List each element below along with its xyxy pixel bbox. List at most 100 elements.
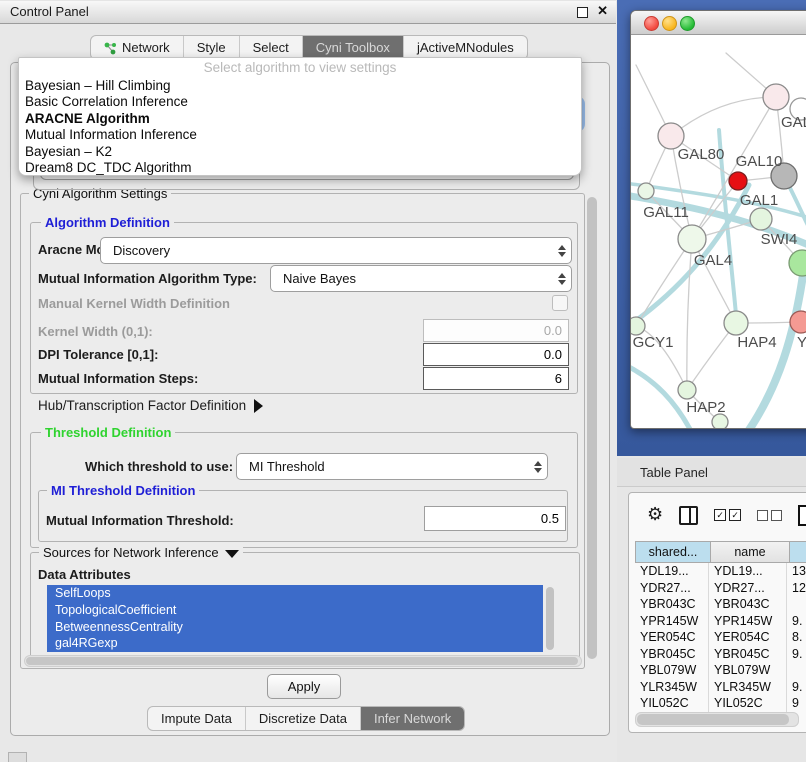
mi-steps-field[interactable]: 6 <box>423 367 569 390</box>
tab-impute-data[interactable]: Impute Data <box>148 707 246 730</box>
app-root: Control Panel ✕ NetworkStyleSelectCyni T… <box>0 0 806 762</box>
settings-horizontal-scrollbar[interactable] <box>24 655 582 667</box>
column-header[interactable]: name <box>711 541 790 563</box>
tab-select[interactable]: Select <box>240 36 303 59</box>
sources-title: Sources for Network Inference <box>43 545 219 560</box>
close-icon[interactable]: ✕ <box>597 3 608 19</box>
network-node-gal1[interactable] <box>750 208 772 230</box>
checked-columns-icon[interactable]: ✓✓ <box>714 509 741 521</box>
tab-label: Select <box>253 40 289 55</box>
attribute-item[interactable]: TopologicalCoefficient <box>47 602 543 619</box>
node-label: GAL80 <box>678 146 725 163</box>
node-label: GAL1 <box>740 192 778 209</box>
table-cell: YBR043C <box>635 596 709 613</box>
algorithm-option[interactable]: Bayesian – K2 <box>19 144 581 160</box>
kernel-width-label: Kernel Width (0,1): <box>38 324 153 339</box>
tab-cyni-toolbox[interactable]: Cyni Toolbox <box>303 36 404 59</box>
zoom-traffic-light-icon[interactable] <box>680 16 695 31</box>
table-horizontal-scrollbar[interactable] <box>635 712 799 727</box>
apply-button[interactable]: Apply <box>267 674 341 699</box>
dpi-tolerance-label: DPI Tolerance [0,1]: <box>38 347 158 362</box>
network-window-titlebar[interactable] <box>631 11 806 35</box>
algorithm-option[interactable]: Basic Correlation Inference <box>19 94 581 110</box>
corner-widget[interactable] <box>8 752 27 762</box>
mi-algorithm-type-select[interactable]: Naive Bayes <box>270 265 572 292</box>
network-node[interactable] <box>712 414 728 428</box>
table-cell: YDR27... <box>709 580 787 597</box>
gear-icon[interactable]: ⚙ <box>647 506 663 524</box>
network-node-gal[interactable] <box>763 84 789 110</box>
kernel-width-field[interactable]: 0.0 <box>423 319 569 342</box>
tab-jactivemnodules[interactable]: jActiveMNodules <box>404 36 527 59</box>
tab-network[interactable]: Network <box>91 36 184 59</box>
column-header[interactable]: shared... <box>635 541 711 563</box>
tab-style[interactable]: Style <box>184 36 240 59</box>
node-label: GAL <box>781 114 806 131</box>
network-node-gal4[interactable] <box>678 225 706 253</box>
kernel-width-value: 0.0 <box>544 323 568 338</box>
attribute-item[interactable]: BetweennessCentrality <box>47 619 543 636</box>
table-cell: YIL052C <box>635 695 709 712</box>
table-row[interactable]: YBR043CYBR043C <box>635 596 806 613</box>
expanded-triangle-icon <box>225 550 239 558</box>
document-icon[interactable] <box>798 505 806 526</box>
mi-threshold-label: Mutual Information Threshold: <box>46 513 234 528</box>
algorithm-option[interactable]: ARACNE Algorithm <box>19 111 581 127</box>
mi-steps-value: 6 <box>555 371 568 386</box>
threshold-definition-title: Threshold Definition <box>41 425 175 440</box>
table-cell: YLR345W <box>635 679 709 696</box>
table-row[interactable]: YPR145WYPR145W9. <box>635 613 806 630</box>
split-pane-icon[interactable] <box>679 506 698 525</box>
float-window-icon[interactable] <box>577 7 588 18</box>
table-row[interactable]: YIL052CYIL052C9 <box>635 695 806 712</box>
table-cell <box>787 596 806 613</box>
network-node-swi4[interactable] <box>789 250 806 276</box>
table-row[interactable]: YLR345WYLR345W9. <box>635 679 806 696</box>
attributes-vertical-scrollbar[interactable] <box>546 587 554 650</box>
tab-infer-network[interactable]: Infer Network <box>361 707 464 730</box>
table-cell <box>787 662 806 679</box>
minimize-traffic-light-icon[interactable] <box>662 16 677 31</box>
network-graph: GALGAL80GAL10GAL11GAL1SWI4GAL4GCY1HAP4YH… <box>631 35 806 428</box>
algorithm-option[interactable]: Mutual Information Inference <box>19 127 581 143</box>
column-header[interactable]: A <box>790 541 806 563</box>
table-row[interactable]: YER054CYER054C8. <box>635 629 806 646</box>
unchecked-columns-icon[interactable] <box>757 510 782 521</box>
dpi-tolerance-field[interactable]: 0.0 <box>423 343 569 366</box>
tab-label: Network <box>122 40 170 55</box>
attribute-item[interactable]: SelfLoops <box>47 585 543 602</box>
table-cell: 9. <box>787 646 806 663</box>
mi-threshold-field[interactable]: 0.5 <box>424 506 566 531</box>
network-edge <box>687 239 692 390</box>
aracne-mode-value: Discovery <box>101 243 553 258</box>
network-node-gal10[interactable] <box>729 172 747 190</box>
settings-vertical-scrollbar[interactable] <box>587 197 597 659</box>
table-cell: YBL079W <box>635 662 709 679</box>
network-node-hap4[interactable] <box>724 311 748 335</box>
hub-factor-toggle[interactable]: Hub/Transcription Factor Definition <box>38 398 263 413</box>
algorithm-prompt: Select algorithm to view settings <box>19 58 581 78</box>
attribute-item[interactable]: gal4RGexp <box>47 635 543 652</box>
aracne-mode-select[interactable]: Discovery <box>100 237 572 264</box>
network-node-y[interactable] <box>790 311 806 333</box>
sources-toggle[interactable]: Sources for Network Inference <box>39 545 243 560</box>
tab-label: Cyni Toolbox <box>316 40 390 55</box>
table-row[interactable]: YBR045CYBR045C9. <box>635 646 806 663</box>
close-traffic-light-icon[interactable] <box>644 16 659 31</box>
manual-kernel-checkbox[interactable] <box>552 295 568 311</box>
network-node-gal11[interactable] <box>638 183 654 199</box>
table-cell: YBR045C <box>635 646 709 663</box>
network-node-gcy1[interactable] <box>631 317 645 335</box>
mi-threshold-title: MI Threshold Definition <box>47 483 199 498</box>
stepper-icon <box>553 273 571 285</box>
which-threshold-select[interactable]: MI Threshold <box>236 453 548 480</box>
algorithm-option[interactable]: Dream8 DC_TDC Algorithm <box>19 160 581 176</box>
network-node-hap2[interactable] <box>678 381 696 399</box>
mi-threshold-value: 0.5 <box>541 511 565 526</box>
table-row[interactable]: YBL079WYBL079W <box>635 662 806 679</box>
algorithm-option[interactable]: Bayesian – Hill Climbing <box>19 78 581 94</box>
table-cell: YER054C <box>635 629 709 646</box>
table-row[interactable]: YDR27...YDR27...12 <box>635 580 806 597</box>
table-row[interactable]: YDL19...YDL19...13 <box>635 563 806 580</box>
tab-discretize-data[interactable]: Discretize Data <box>246 707 361 730</box>
